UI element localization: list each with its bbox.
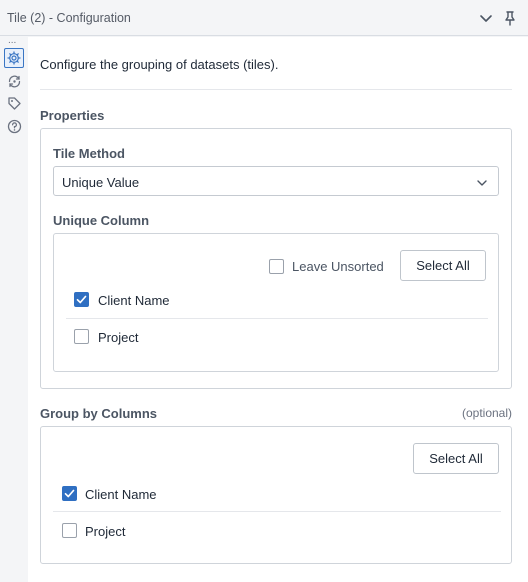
side-rail: ... [0, 36, 28, 582]
chevron-down-icon [476, 176, 488, 188]
row-divider [53, 511, 501, 512]
window-title: Tile (2) - Configuration [7, 11, 131, 25]
leave-unsorted-label: Leave Unsorted [292, 259, 384, 274]
unique-column-box: Leave Unsorted Select All Client Name Pr… [53, 233, 499, 372]
group-by-project-label: Project [85, 524, 126, 539]
optional-label: (optional) [461, 406, 512, 420]
unique-column-project-label: Project [98, 330, 139, 345]
title-bar: Tile (2) - Configuration [0, 0, 528, 36]
row-divider [66, 318, 488, 319]
unique-select-all-button[interactable]: Select All [400, 250, 486, 281]
gear-icon[interactable] [4, 48, 24, 68]
unique-column-client-name-checkbox[interactable] [74, 292, 89, 307]
group-by-project-checkbox[interactable] [62, 523, 77, 538]
pin-icon[interactable] [501, 9, 519, 27]
properties-heading: Properties [40, 108, 105, 123]
configuration-panel: Configure the grouping of datasets (tile… [28, 37, 528, 582]
group-by-client-name-checkbox[interactable] [62, 486, 77, 501]
unique-column-project-checkbox[interactable] [74, 329, 89, 344]
checkmark-icon [76, 295, 87, 304]
chevron-down-icon[interactable] [477, 9, 495, 27]
leave-unsorted-checkbox[interactable] [269, 259, 284, 274]
panel-description: Configure the grouping of datasets (tile… [40, 57, 279, 72]
group-by-heading: Group by Columns [40, 406, 157, 421]
configuration-window: Tile (2) - Configuration ... Configure t… [0, 0, 528, 582]
unique-column-label: Unique Column [53, 213, 150, 228]
connection-icon[interactable] [4, 71, 24, 91]
checkmark-icon [64, 489, 75, 498]
tile-method-select[interactable]: Unique Value [53, 166, 499, 196]
group-by-box: Select All Client Name Project [40, 426, 512, 564]
unique-column-client-name-label: Client Name [98, 293, 170, 308]
group-by-select-all-button[interactable]: Select All [413, 443, 499, 474]
help-icon[interactable] [4, 116, 24, 136]
divider [40, 89, 512, 90]
overflow-menu-icon[interactable]: ... [8, 36, 16, 46]
properties-box: Tile Method Unique Value Unique Column L… [40, 128, 512, 389]
tag-icon[interactable] [4, 93, 24, 113]
tile-method-label: Tile Method [53, 146, 125, 161]
group-by-client-name-label: Client Name [85, 487, 157, 502]
tile-method-value: Unique Value [62, 175, 140, 190]
